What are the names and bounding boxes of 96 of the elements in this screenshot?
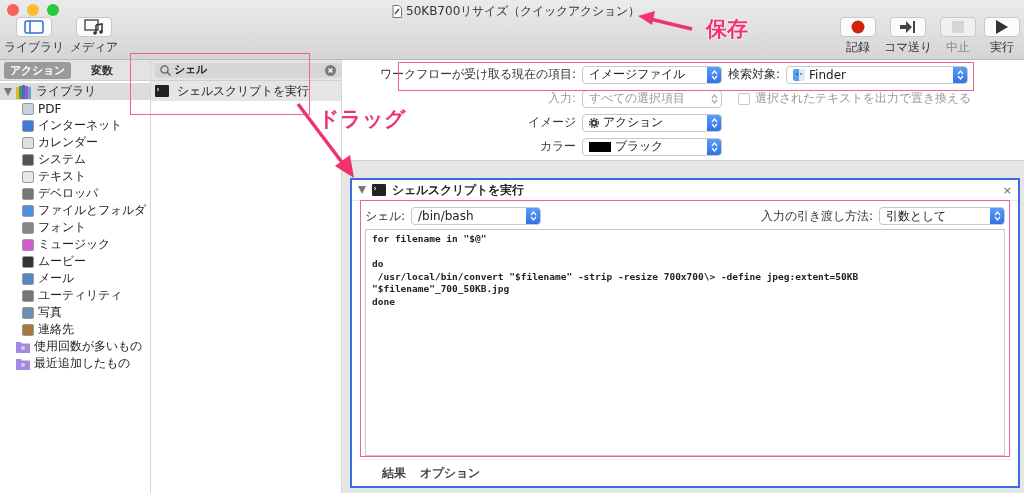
disclosure-triangle-icon[interactable] xyxy=(358,186,366,194)
document-icon xyxy=(392,5,402,18)
tree-item[interactable]: ムービー xyxy=(0,253,150,270)
category-icon xyxy=(22,153,34,166)
tree-item[interactable]: メール xyxy=(0,270,150,287)
pointer-arrow xyxy=(638,11,693,31)
search-field[interactable]: シェル xyxy=(155,62,341,78)
tree-item[interactable]: PDF xyxy=(0,100,150,117)
step-icon xyxy=(900,21,916,33)
field-label: 検索対象: xyxy=(728,66,781,83)
stepper-icon xyxy=(990,208,1004,224)
field-label: カラー xyxy=(540,138,576,155)
field-label: シェル: xyxy=(365,207,406,225)
footer-tab[interactable]: 結果 xyxy=(382,464,406,482)
category-icon xyxy=(22,187,34,200)
close-button[interactable]: × xyxy=(1002,183,1012,197)
folder-icon xyxy=(16,357,30,370)
category-icon xyxy=(22,323,34,336)
code-line: for filename in "$@" xyxy=(372,233,488,246)
category-icon xyxy=(22,255,34,268)
tree-item[interactable]: 写真 xyxy=(0,304,150,321)
popup-button[interactable]: イメージファイル xyxy=(582,65,722,84)
script-editor[interactable]: for filename in "$@" do /usr/local/bin/convert "$filename" -strip -resize 700x700\> -define jpeg:extent=50KB "$filename"_700_50KB.jpg done xyxy=(365,229,1005,456)
category-icon xyxy=(22,136,34,149)
category-icon xyxy=(22,306,34,319)
stepper-icon xyxy=(953,66,968,83)
popup-button[interactable]: Finder xyxy=(786,65,969,84)
category-icon xyxy=(22,289,34,302)
library-tab[interactable]: 変数 xyxy=(85,61,119,79)
code-line: do xyxy=(372,258,385,271)
toolbar-label: 実行 xyxy=(990,40,1014,55)
play-icon xyxy=(996,20,1008,34)
toolbar-button[interactable] xyxy=(840,17,876,37)
tree-item[interactable]: カレンダー xyxy=(0,134,150,151)
sidebar-icon xyxy=(24,20,44,34)
tree-item[interactable]: 連絡先 xyxy=(0,321,150,338)
toolbar-label: 記録 xyxy=(846,40,870,55)
tree-item[interactable]: デベロッパ xyxy=(0,185,150,202)
stepper-icon xyxy=(707,114,721,131)
category-icon xyxy=(22,119,34,132)
field-label: 入力の引き渡し方法: xyxy=(760,207,873,225)
finder-icon xyxy=(793,68,806,81)
popup-button[interactable]: アクション xyxy=(582,113,722,132)
action-item[interactable]: シェルスクリプトを実行 xyxy=(151,81,341,101)
category-icon xyxy=(22,221,34,234)
toolbar-label: ライブラリ xyxy=(4,40,64,55)
terminal-icon xyxy=(372,184,386,196)
action-title: シェルスクリプトを実行 xyxy=(392,182,524,198)
close-button[interactable] xyxy=(7,4,19,16)
popup-button[interactable]: ブラック xyxy=(582,137,722,156)
record-icon xyxy=(851,20,865,34)
terminal-icon xyxy=(155,85,169,97)
tree-item[interactable]: テキスト xyxy=(0,168,150,185)
tree-item[interactable]: 最近追加したもの xyxy=(0,355,150,372)
popup-button[interactable]: 引数として xyxy=(879,207,1005,225)
category-icon xyxy=(22,170,34,183)
popup-button[interactable]: /bin/bash xyxy=(411,207,542,225)
books-icon xyxy=(16,84,32,99)
tree-item[interactable]: ファイルとフォルダ xyxy=(0,202,150,219)
category-icon xyxy=(22,204,34,217)
disclosure-triangle-icon[interactable] xyxy=(4,87,12,96)
toolbar-label: コマ送り xyxy=(884,40,932,55)
folder-icon xyxy=(16,340,30,353)
toolbar-button[interactable] xyxy=(890,17,926,37)
category-icon xyxy=(22,238,34,251)
tree-item[interactable]: ライブラリ xyxy=(0,83,150,100)
stop-icon xyxy=(952,21,964,33)
clear-icon[interactable] xyxy=(325,64,336,76)
tree-item[interactable]: ユーティリティ xyxy=(0,287,150,304)
stepper-icon xyxy=(707,138,721,155)
window-title: 50KB700リサイズ（クイックアクション） xyxy=(406,3,641,20)
code-line: done xyxy=(372,295,396,308)
category-icon xyxy=(22,102,34,115)
media-icon xyxy=(84,19,104,35)
tree-item[interactable]: インターネット xyxy=(0,117,150,134)
field-label: イメージ xyxy=(528,114,576,131)
gear-icon xyxy=(589,117,599,128)
toolbar-button[interactable] xyxy=(984,17,1020,37)
search-icon xyxy=(160,64,171,76)
toolbar-button[interactable] xyxy=(76,17,112,37)
stepper-icon xyxy=(707,66,721,83)
tree-item[interactable]: ミュージック xyxy=(0,236,150,253)
toolbar-label: メディア xyxy=(70,40,118,55)
category-icon xyxy=(22,272,34,285)
annotation-label: ドラッグ xyxy=(318,106,406,133)
field-label: 入力: xyxy=(547,90,576,107)
stepper-icon xyxy=(526,208,541,224)
color-swatch xyxy=(589,141,611,152)
code-line: /usr/local/bin/convert "$filename" -strip -resize 700x700\> -define jpeg:extent=50KB xyxy=(376,270,860,283)
tree-item[interactable]: システム xyxy=(0,151,150,168)
tree-item[interactable]: フォント xyxy=(0,219,150,236)
footer-tab[interactable]: オプション xyxy=(420,464,480,482)
toolbar-label: 中止 xyxy=(946,40,970,55)
code-line: "$filename"_700_50KB.jpg xyxy=(372,283,511,296)
annotation-label: 保存 xyxy=(706,16,748,43)
tree-item[interactable]: 使用回数が多いもの xyxy=(0,338,150,355)
